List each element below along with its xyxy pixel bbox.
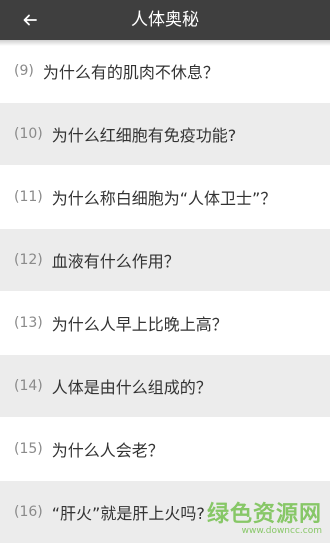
item-title: 人体是由什么组成的？ <box>51 378 212 397</box>
list-item[interactable]: (15) 为什么人会老？ <box>0 418 330 481</box>
item-title: 为什么有的肌肉不休息？ <box>42 63 219 82</box>
watermark: 绿色资源网 www.downcc.com <box>207 496 322 536</box>
app-bar-shadow <box>0 40 330 46</box>
item-number: (12) <box>14 252 43 268</box>
app-bar: 人体奥秘 <box>0 0 330 40</box>
page-title: 人体奥秘 <box>131 10 199 30</box>
list-item[interactable]: (11) 为什么称白细胞为“人体卫士”？ <box>0 166 330 229</box>
item-title: 血液有什么作用？ <box>51 252 180 271</box>
item-title: 为什么称白细胞为“人体卫士”？ <box>51 189 277 208</box>
item-number: (16) <box>14 504 43 520</box>
item-number: (15) <box>14 441 43 457</box>
back-button[interactable] <box>0 0 60 40</box>
list-item[interactable]: (13) 为什么人早上比晚上高？ <box>0 292 330 355</box>
item-number: (9) <box>14 63 34 79</box>
item-number: (14) <box>14 378 43 394</box>
list-item[interactable]: (9) 为什么有的肌肉不休息？ <box>0 40 330 103</box>
item-number: (10) <box>14 126 43 142</box>
back-arrow-icon <box>23 14 37 26</box>
watermark-text: 绿色资源网 <box>206 502 322 527</box>
question-list[interactable]: (9) 为什么有的肌肉不休息？ (10) 为什么红细胞有免疫功能? (11) 为… <box>0 40 330 550</box>
item-title: 为什么红细胞有免疫功能? <box>51 126 237 145</box>
list-item[interactable]: (10) 为什么红细胞有免疫功能? <box>0 103 330 166</box>
item-title: 为什么人早上比晚上高？ <box>51 315 228 334</box>
item-title: “肝火”就是肝上火吗? <box>51 504 205 523</box>
item-number: (11) <box>14 189 43 205</box>
item-number: (13) <box>14 315 43 331</box>
list-item[interactable]: (14) 人体是由什么组成的？ <box>0 355 330 418</box>
list-item[interactable]: (12) 血液有什么作用？ <box>0 229 330 292</box>
item-title: 为什么人会老？ <box>51 441 164 460</box>
